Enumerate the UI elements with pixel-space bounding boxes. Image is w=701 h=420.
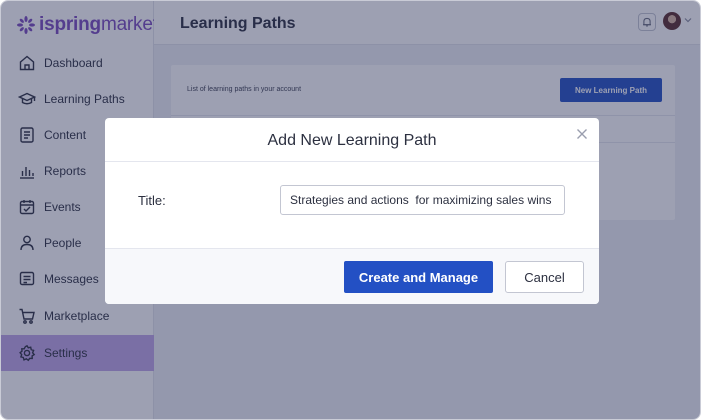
dialog-title: Add New Learning Path [267,132,437,149]
cancel-button[interactable]: Cancel [505,261,584,293]
title-field-label: Title: [138,193,166,208]
divider [105,161,599,162]
dialog-footer: Create and Manage Cancel [105,248,599,304]
app-window: ispringmarket Dashboard Learning Paths C… [0,0,701,420]
title-input[interactable]: Strategies and actions for maximizing sa… [280,185,565,215]
add-learning-path-dialog: Add New Learning Path Title: Strategies … [105,118,599,304]
close-icon[interactable] [576,128,588,140]
create-and-manage-button[interactable]: Create and Manage [344,261,493,293]
